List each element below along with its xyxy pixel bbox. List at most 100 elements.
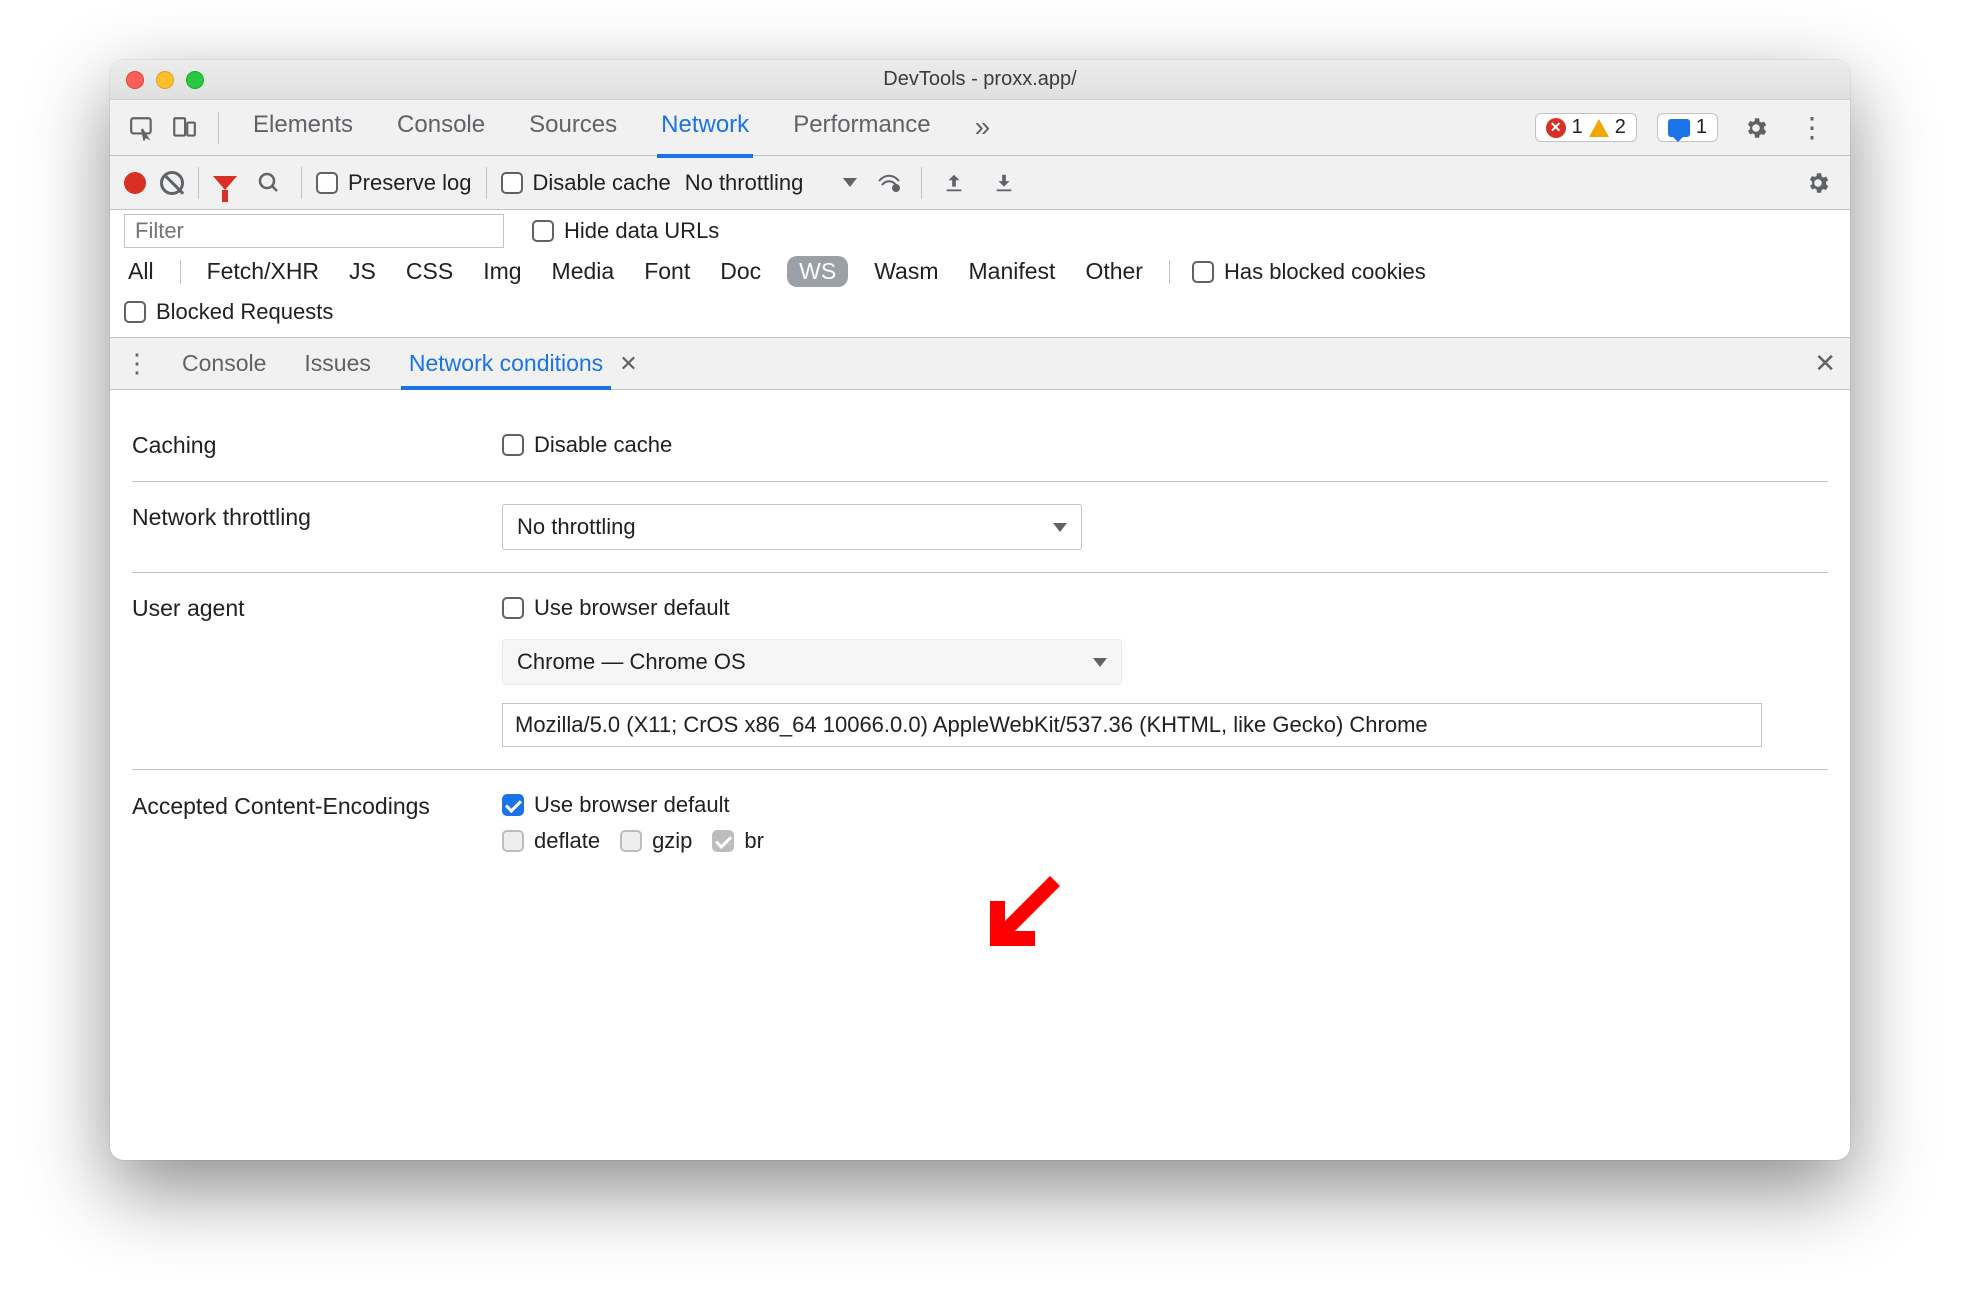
type-fetchxhr[interactable]: Fetch/XHR: [203, 256, 323, 287]
issues-pill[interactable]: 1: [1657, 113, 1718, 142]
settings-icon[interactable]: [1738, 110, 1774, 146]
content-encodings-label: Accepted Content-Encodings: [132, 792, 502, 822]
type-manifest[interactable]: Manifest: [965, 256, 1060, 287]
close-tab-icon[interactable]: ✕: [619, 351, 637, 377]
enc-gzip-label: gzip: [652, 828, 692, 854]
network-throttling-label: Network throttling: [132, 504, 502, 531]
network-conditions-panel: Caching Disable cache Network throttling…: [110, 390, 1850, 1160]
chevron-down-icon: [843, 178, 857, 187]
type-js[interactable]: JS: [345, 256, 380, 287]
resource-type-tabs: All Fetch/XHR JS CSS Img Media Font Doc …: [124, 256, 1836, 287]
panel-tabs: Elements Console Sources Network Perform…: [249, 99, 994, 157]
type-img[interactable]: Img: [479, 256, 525, 287]
inspect-element-icon[interactable]: [124, 110, 160, 146]
clear-button[interactable]: [160, 171, 184, 195]
preserve-log-label: Preserve log: [348, 170, 472, 196]
chevron-down-icon: [1053, 523, 1067, 532]
tab-elements[interactable]: Elements: [249, 99, 357, 157]
throttling-value: No throttling: [685, 170, 804, 196]
drawer-menu-icon[interactable]: ⋮: [124, 348, 148, 379]
enc-deflate-label: deflate: [534, 828, 600, 854]
user-agent-row: User agent Use browser default Chrome — …: [132, 573, 1828, 770]
network-throttling-select[interactable]: No throttling: [502, 504, 1082, 550]
drawer-tab-console[interactable]: Console: [178, 338, 270, 389]
chevron-down-icon: [1093, 658, 1107, 667]
zoom-window-button[interactable]: [186, 71, 204, 89]
titlebar: DevTools - proxx.app/: [110, 60, 1850, 100]
type-all[interactable]: All: [124, 256, 158, 287]
user-agent-string-input[interactable]: Mozilla/5.0 (X11; CrOS x86_64 10066.0.0)…: [502, 703, 1762, 747]
content-encodings-row: Accepted Content-Encodings Use browser d…: [132, 770, 1828, 876]
status-area: ✕ 1 2 1 ⋮: [1535, 110, 1830, 146]
device-toolbar-icon[interactable]: [166, 110, 202, 146]
has-blocked-cookies-checkbox[interactable]: Has blocked cookies: [1192, 259, 1426, 285]
tab-more[interactable]: »: [971, 99, 995, 157]
errors-warnings-pill[interactable]: ✕ 1 2: [1535, 113, 1637, 142]
devtools-window: DevTools - proxx.app/ Elements Console S…: [110, 60, 1850, 1160]
throttling-dropdown[interactable]: No throttling: [685, 170, 858, 196]
type-css[interactable]: CSS: [402, 256, 457, 287]
has-blocked-cookies-label: Has blocked cookies: [1224, 259, 1426, 285]
minimize-window-button[interactable]: [156, 71, 174, 89]
network-throttling-value: No throttling: [517, 514, 636, 540]
error-count: 1: [1572, 116, 1583, 139]
filter-toggle-icon[interactable]: [213, 176, 237, 190]
disable-cache-checkbox[interactable]: Disable cache: [501, 170, 671, 196]
window-title: DevTools - proxx.app/: [110, 68, 1850, 91]
tab-performance[interactable]: Performance: [789, 99, 934, 157]
drawer-tab-network-conditions[interactable]: Network conditions: [405, 338, 607, 389]
record-button[interactable]: [124, 172, 146, 194]
drawer-tab-issues[interactable]: Issues: [300, 338, 374, 389]
blocked-requests-checkbox[interactable]: Blocked Requests: [124, 299, 333, 325]
user-agent-select[interactable]: Chrome — Chrome OS: [502, 639, 1122, 685]
hide-data-urls-checkbox[interactable]: Hide data URLs: [532, 218, 719, 244]
blocked-requests-label: Blocked Requests: [156, 299, 333, 325]
issues-icon: [1668, 119, 1690, 137]
type-wasm[interactable]: Wasm: [870, 256, 942, 287]
tab-network[interactable]: Network: [657, 99, 753, 157]
enc-use-default-label: Use browser default: [534, 792, 730, 818]
drawer-tabs: ⋮ Console Issues Network conditions ✕ ✕: [110, 338, 1850, 390]
enc-deflate-checkbox[interactable]: deflate: [502, 828, 600, 854]
type-font[interactable]: Font: [640, 256, 694, 287]
network-throttling-row: Network throttling No throttling: [132, 482, 1828, 573]
type-media[interactable]: Media: [548, 256, 619, 287]
close-window-button[interactable]: [126, 71, 144, 89]
network-panel-settings-icon[interactable]: [1800, 165, 1836, 201]
main-toolbar: Elements Console Sources Network Perform…: [110, 100, 1850, 156]
upload-har-icon[interactable]: [936, 165, 972, 201]
type-other[interactable]: Other: [1081, 256, 1147, 287]
type-doc[interactable]: Doc: [716, 256, 765, 287]
disable-cache-label: Disable cache: [533, 170, 671, 196]
user-agent-label: User agent: [132, 595, 502, 622]
enc-gzip-checkbox[interactable]: gzip: [620, 828, 692, 854]
filter-input[interactable]: [124, 214, 504, 248]
warning-count: 2: [1615, 116, 1626, 139]
download-har-icon[interactable]: [986, 165, 1022, 201]
traffic-lights: [126, 71, 204, 89]
user-agent-string-value: Mozilla/5.0 (X11; CrOS x86_64 10066.0.0)…: [515, 712, 1428, 738]
disable-cache-panel-label: Disable cache: [534, 432, 672, 458]
hide-data-urls-label: Hide data URLs: [564, 218, 719, 244]
type-ws[interactable]: WS: [787, 256, 848, 287]
disable-cache-panel-checkbox[interactable]: Disable cache: [502, 432, 672, 458]
user-agent-select-value: Chrome — Chrome OS: [517, 649, 746, 675]
tab-sources[interactable]: Sources: [525, 99, 621, 157]
preserve-log-checkbox[interactable]: Preserve log: [316, 170, 472, 196]
kebab-menu-icon[interactable]: ⋮: [1794, 110, 1830, 146]
issues-count: 1: [1696, 116, 1707, 139]
search-icon[interactable]: [251, 165, 287, 201]
enc-br-checkbox[interactable]: br: [712, 828, 764, 854]
ua-use-default-label: Use browser default: [534, 595, 730, 621]
caching-row: Caching Disable cache: [132, 410, 1828, 482]
network-settings-icon[interactable]: [871, 165, 907, 201]
ua-use-default-checkbox[interactable]: Use browser default: [502, 595, 730, 621]
network-toolbar: Preserve log Disable cache No throttling: [110, 156, 1850, 210]
caching-label: Caching: [132, 432, 502, 459]
enc-use-default-checkbox[interactable]: Use browser default: [502, 792, 730, 818]
close-drawer-icon[interactable]: ✕: [1814, 348, 1836, 379]
warning-icon: [1589, 119, 1609, 137]
error-icon: ✕: [1546, 118, 1566, 138]
tab-console[interactable]: Console: [393, 99, 489, 157]
enc-br-label: br: [744, 828, 764, 854]
